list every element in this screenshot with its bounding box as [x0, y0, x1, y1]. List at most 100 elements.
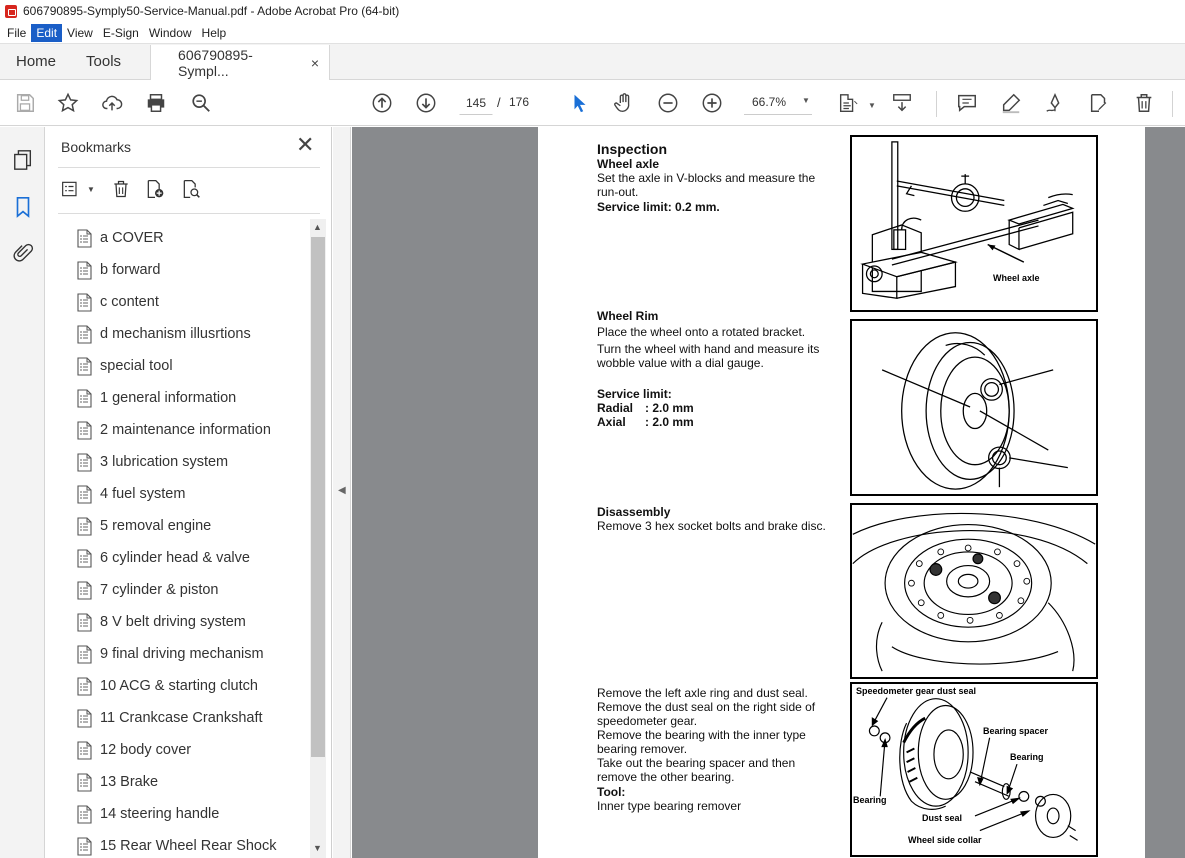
bookmark-item[interactable]: a COVER	[76, 226, 164, 250]
bookmark-page-icon	[76, 580, 93, 600]
page-fit-icon[interactable]	[836, 91, 860, 115]
wheel-side-collar-label: Wheel side collar	[908, 835, 982, 845]
bookmark-item[interactable]: 14 steering handle	[76, 802, 219, 826]
zoom-in-icon[interactable]	[700, 91, 724, 115]
find-bookmark-icon[interactable]	[180, 178, 202, 200]
bookmark-page-icon	[76, 644, 93, 664]
bookmark-page-icon	[76, 292, 93, 312]
tab-close-icon[interactable]: ×	[311, 55, 319, 71]
delete-bookmark-icon[interactable]	[110, 178, 132, 200]
scroll-up-icon[interactable]: ▲	[313, 222, 322, 232]
bookmark-item[interactable]: 1 general information	[76, 386, 236, 410]
panel-collapse-strip[interactable]: ◀	[333, 127, 351, 858]
bookmark-item[interactable]: b forward	[76, 258, 160, 282]
wheel-rim-heading: Wheel Rim	[597, 309, 659, 323]
bookmark-page-icon	[76, 804, 93, 824]
close-panel-icon[interactable]: ✕	[296, 134, 314, 156]
bearing-left-label: Bearing	[853, 795, 887, 805]
menu-window[interactable]: Window	[144, 24, 197, 42]
find-zoom-icon[interactable]	[189, 91, 213, 115]
comment-icon[interactable]	[955, 91, 979, 115]
wheel-rim-figure	[850, 319, 1098, 496]
wheel-axle-figure: Wheel axle	[850, 135, 1098, 312]
title-bar: 606790895-Symply50-Service-Manual.pdf - …	[0, 0, 1185, 22]
bookmark-item[interactable]: 11 Crankcase Crankshaft	[76, 706, 263, 730]
sign-pen-icon[interactable]	[1043, 91, 1067, 115]
select-cursor-icon[interactable]	[568, 91, 592, 115]
attachments-paperclip-icon[interactable]	[11, 241, 35, 265]
bookmark-label: c content	[100, 294, 159, 310]
menu-esign[interactable]: E-Sign	[98, 24, 144, 42]
bookmark-label: 13 Brake	[100, 774, 159, 790]
page-number-input[interactable]: 145	[459, 91, 493, 115]
bookmarks-panel-icon[interactable]	[11, 195, 35, 219]
bookmark-scrollbar[interactable]: ▲ ▼	[310, 219, 326, 858]
bookmark-item[interactable]: 2 maintenance information	[76, 418, 271, 442]
bookmark-item[interactable]: c content	[76, 290, 159, 314]
previous-page-icon[interactable]	[370, 91, 394, 115]
bookmark-item[interactable]: 12 body cover	[76, 738, 191, 762]
tab-tools[interactable]: Tools	[72, 44, 135, 79]
bookmark-page-icon	[76, 228, 93, 248]
toolbar-divider	[936, 91, 937, 117]
options-caret-icon[interactable]: ▼	[80, 178, 102, 200]
zoom-out-icon[interactable]	[656, 91, 680, 115]
page-fit-caret-icon[interactable]: ▼	[860, 93, 884, 117]
bookmark-item[interactable]: 10 ACG & starting clutch	[76, 674, 258, 698]
bookmark-list: a COVER b forward c content d mechanism ill…	[60, 219, 310, 858]
bookmark-label: special tool	[100, 358, 173, 374]
removal-text-2: Remove the dust seal on the right side o…	[597, 700, 816, 714]
new-bookmark-icon[interactable]	[144, 178, 166, 200]
bookmark-item[interactable]: special tool	[76, 354, 173, 378]
removal-text-5: bearing remover.	[597, 742, 688, 756]
next-page-icon[interactable]	[414, 91, 438, 115]
bookmark-item[interactable]: 3 lubrication system	[76, 450, 228, 474]
hand-tool-icon[interactable]	[612, 91, 636, 115]
bookmark-label: 2 maintenance information	[100, 422, 271, 438]
highlight-pen-icon[interactable]	[999, 91, 1023, 115]
scroll-down-icon[interactable]: ▼	[313, 843, 322, 853]
menu-help[interactable]: Help	[197, 24, 232, 42]
zoom-dropdown-caret-icon[interactable]: ▼	[802, 96, 810, 105]
tab-document-label: 606790895-Sympl...	[178, 46, 253, 79]
options-list-icon[interactable]	[60, 178, 82, 200]
bookmark-item[interactable]: d mechanism illusrtions	[76, 322, 251, 346]
collapse-arrow-icon[interactable]: ◀	[338, 485, 346, 496]
delete-trash-icon[interactable]	[1132, 91, 1156, 115]
document-view[interactable]: Inspection Wheel axle Set the axle in V-…	[352, 127, 1185, 858]
inspection-limit: Service limit: 0.2 mm.	[597, 200, 720, 214]
page-thumbnails-icon[interactable]	[11, 148, 35, 172]
bookmark-item[interactable]: 15 Rear Wheel Rear Shock	[76, 834, 277, 858]
tab-document[interactable]: 606790895-Sympl... ×	[150, 45, 331, 80]
bearing-drawing	[868, 697, 1078, 841]
bookmark-item[interactable]: 7 cylinder & piston	[76, 578, 218, 602]
menu-file[interactable]: File	[2, 24, 31, 42]
bearing-figure: Speedometer gear dust seal Bearing space…	[850, 682, 1098, 857]
bookmark-item[interactable]: 13 Brake	[76, 770, 158, 794]
star-bookmark-icon[interactable]	[56, 91, 80, 115]
bookmark-page-icon	[76, 420, 93, 440]
menu-view[interactable]: View	[62, 24, 98, 42]
axial-label: Axial	[597, 415, 626, 429]
bookmark-item[interactable]: 5 removal engine	[76, 514, 211, 538]
print-icon[interactable]	[144, 91, 168, 115]
removal-text-3: speedometer gear.	[597, 714, 698, 728]
bookmark-item[interactable]: 6 cylinder head & valve	[76, 546, 250, 570]
rim-text-1: Place the wheel onto a rotated bracket.	[597, 325, 806, 339]
axial-value: : 2.0 mm	[645, 415, 694, 429]
bookmark-label: 6 cylinder head & valve	[100, 550, 250, 566]
bookmark-label: 10 ACG & starting clutch	[100, 678, 258, 694]
save-icon[interactable]	[13, 91, 37, 115]
scroll-mode-icon[interactable]	[890, 91, 914, 115]
bookmark-item[interactable]: 8 V belt driving system	[76, 610, 246, 634]
upload-cloud-icon[interactable]	[100, 91, 124, 115]
menu-edit[interactable]: Edit	[31, 23, 63, 42]
scrollbar-thumb[interactable]	[311, 237, 325, 757]
bookmark-item[interactable]: 9 final driving mechanism	[76, 642, 264, 666]
tab-home[interactable]: Home	[0, 44, 72, 79]
edit-pdf-icon[interactable]	[1087, 91, 1111, 115]
bookmark-item[interactable]: 4 fuel system	[76, 482, 185, 506]
window-title: 606790895-Symply50-Service-Manual.pdf - …	[23, 4, 400, 18]
bookmark-page-icon	[76, 516, 93, 536]
wheel-axle-drawing	[860, 141, 1075, 300]
